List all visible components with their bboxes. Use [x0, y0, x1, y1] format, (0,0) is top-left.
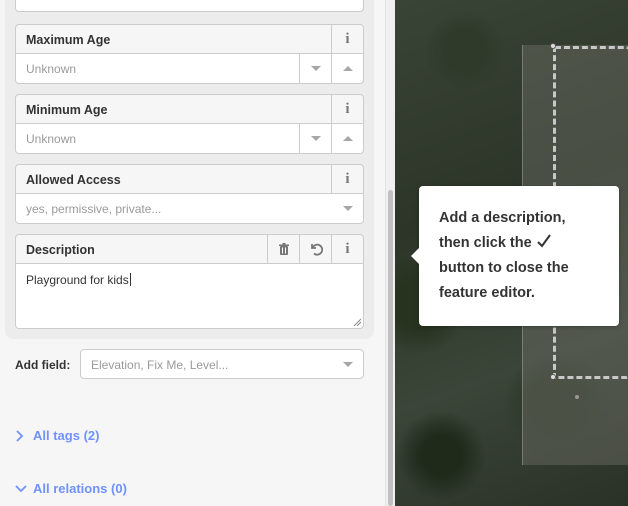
field-label-minimum-age: Minimum Age i: [15, 94, 364, 124]
way-vertex[interactable]: [550, 374, 556, 380]
chevron-up-icon: [342, 136, 353, 141]
add-field-combo[interactable]: Elevation, Fix Me, Level...: [80, 349, 364, 379]
chevron-down-icon[interactable]: [343, 206, 353, 211]
tooltip-line-1: Add a description,: [439, 210, 566, 226]
add-field-row: Add field: Elevation, Fix Me, Level...: [15, 349, 364, 379]
way-vertex[interactable]: [550, 43, 556, 49]
chevron-right-icon: [15, 429, 29, 442]
field-label-description: Description i: [15, 234, 364, 264]
field-label-maximum-age: Maximum Age i: [15, 24, 364, 54]
field-label-allowed-access: Allowed Access i: [15, 164, 364, 194]
trash-icon[interactable]: [267, 235, 299, 263]
all-tags-toggle[interactable]: All tags (2): [15, 428, 99, 443]
field-description: Description i Playground for kids: [15, 234, 364, 329]
info-icon[interactable]: i: [331, 235, 363, 263]
field-minimum-age: Minimum Age i Unknown: [15, 94, 364, 154]
way-midpoint[interactable]: [575, 395, 579, 399]
field-label-text: Minimum Age: [26, 103, 108, 117]
add-field-placeholder: Elevation, Fix Me, Level...: [91, 358, 229, 372]
scrollbar-thumb[interactable]: [388, 190, 393, 506]
increment-button[interactable]: [331, 54, 363, 83]
input-placeholder: Unknown: [26, 132, 77, 146]
input-placeholder: yes, permissive, private...: [26, 202, 162, 216]
info-icon[interactable]: i: [331, 25, 363, 53]
field-maximum-age: Maximum Age i Unknown: [15, 24, 364, 84]
undo-icon[interactable]: [299, 235, 331, 263]
chevron-down-icon: [310, 136, 321, 141]
allowed-access-combo[interactable]: yes, permissive, private...: [15, 194, 364, 224]
tooltip-line-2: then click the: [439, 235, 532, 251]
tooltip-line-4: feature editor.: [439, 285, 535, 301]
tooltip-arrow: [411, 248, 419, 264]
chevron-down-icon: [310, 66, 321, 71]
increment-button[interactable]: [331, 124, 363, 153]
sidebar-scrollbar[interactable]: [385, 0, 395, 506]
input-placeholder: Unknown: [26, 62, 77, 76]
decrement-button[interactable]: [299, 54, 331, 83]
field-cutoff: [15, 0, 364, 12]
description-textarea[interactable]: Playground for kids: [15, 264, 364, 329]
all-tags-label: All tags (2): [33, 428, 100, 443]
field-label-text: Description: [26, 243, 95, 257]
walkthrough-tooltip: Add a description, then click the button…: [411, 186, 619, 326]
info-icon[interactable]: i: [331, 95, 363, 123]
text-caret: [129, 273, 131, 286]
chevron-down-icon[interactable]: [343, 362, 353, 367]
field-label-text: Allowed Access: [26, 173, 121, 187]
chevron-up-icon: [342, 66, 353, 71]
inspector-sidebar: Maximum Age i Unknown Minimum Age i Unkn…: [0, 0, 395, 506]
field-label-text: Maximum Age: [26, 33, 111, 47]
all-relations-label: All relations (0): [33, 481, 127, 496]
decrement-button[interactable]: [299, 124, 331, 153]
maximum-age-input[interactable]: Unknown: [15, 54, 364, 84]
description-value: Playground for kids: [26, 273, 129, 287]
field-allowed-access: Allowed Access i yes, permissive, privat…: [15, 164, 364, 224]
chevron-down-icon: [15, 484, 29, 493]
add-field-label: Add field:: [15, 358, 71, 372]
resize-grip-icon[interactable]: [353, 318, 361, 326]
tooltip-line-3: button to close the: [439, 260, 569, 276]
all-relations-toggle[interactable]: All relations (0): [15, 481, 127, 496]
tooltip-text: Add a description, then click the button…: [439, 206, 609, 306]
checkmark-icon: [536, 231, 552, 256]
cutoff-input[interactable]: [15, 0, 364, 12]
minimum-age-input[interactable]: Unknown: [15, 124, 364, 154]
info-icon[interactable]: i: [331, 165, 363, 193]
